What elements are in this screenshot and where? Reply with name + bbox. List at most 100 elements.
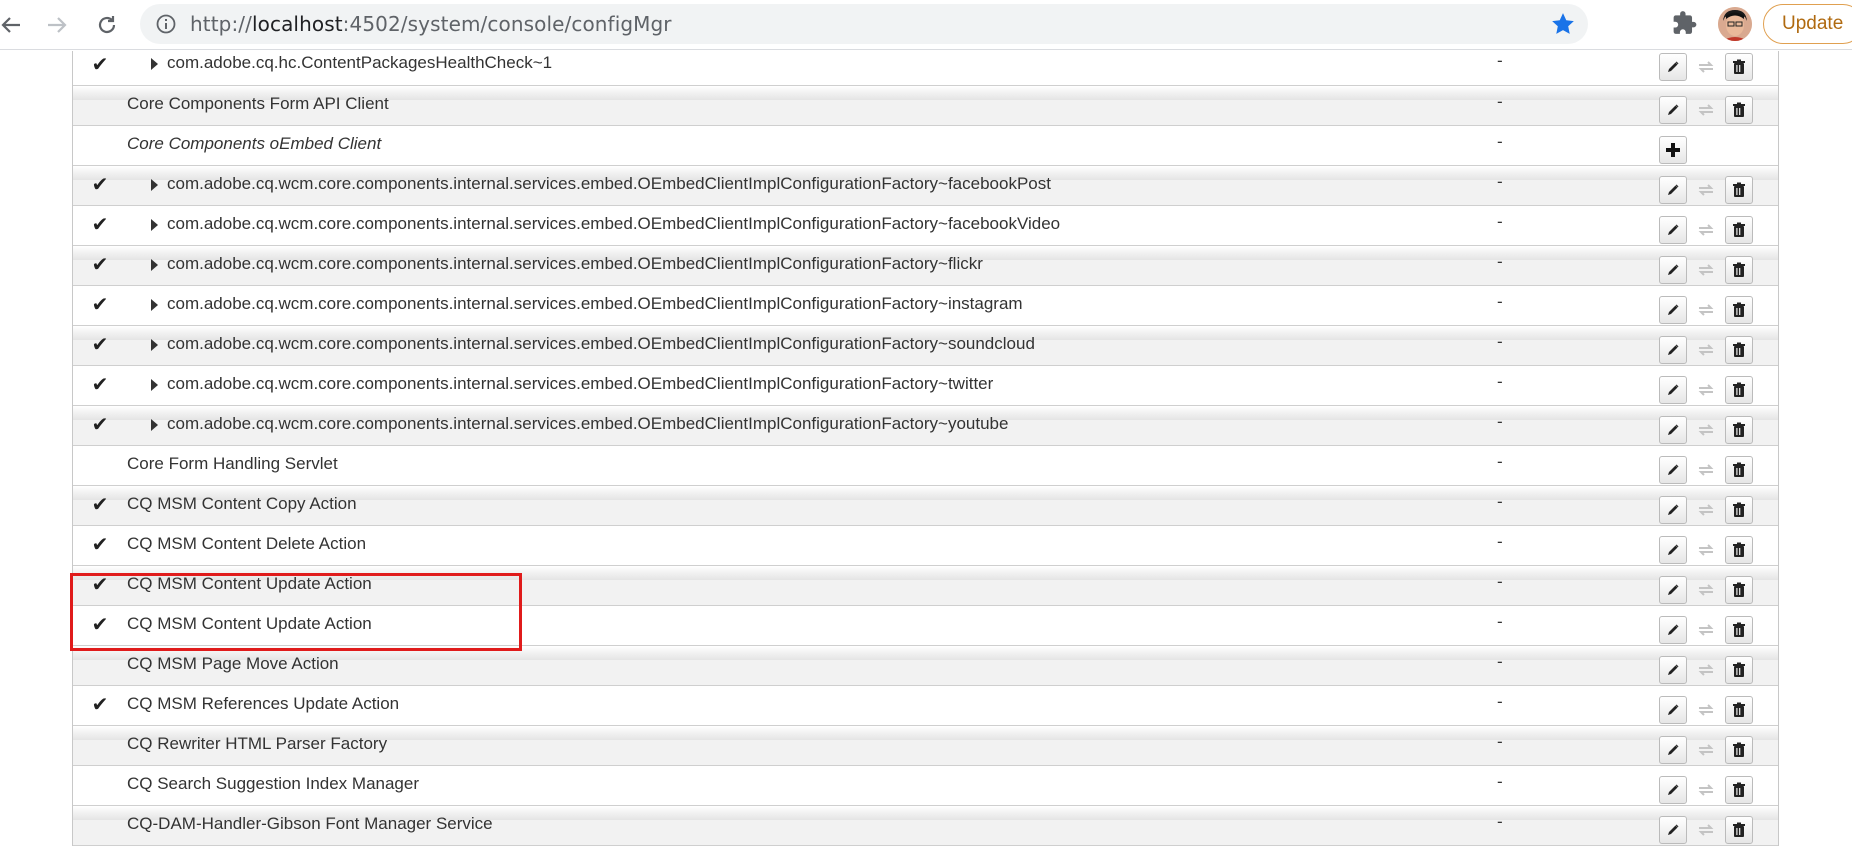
unbind-button[interactable] [1692,456,1720,484]
config-row[interactable]: ✔ CQ MSM Content Update Action - [73,606,1778,646]
config-row[interactable]: ✔ com.adobe.cq.wcm.core.components.intern… [73,286,1778,326]
delete-button[interactable] [1725,416,1753,444]
unbind-button[interactable] [1692,296,1720,324]
edit-button[interactable] [1659,96,1687,124]
config-name[interactable]: com.adobe.cq.wcm.core.components.interna… [167,174,1051,194]
config-name[interactable]: com.adobe.cq.wcm.core.components.interna… [167,414,1008,434]
browser-update-button[interactable]: Update [1763,4,1852,44]
add-config-button[interactable] [1659,136,1687,164]
delete-button[interactable] [1725,96,1753,124]
delete-button[interactable] [1725,656,1753,684]
delete-button[interactable] [1725,296,1753,324]
delete-button[interactable] [1725,216,1753,244]
edit-button[interactable] [1659,496,1687,524]
config-name[interactable]: CQ MSM Content Update Action [127,614,372,634]
unbind-button[interactable] [1692,496,1720,524]
config-name[interactable]: com.adobe.cq.hc.ContentPackagesHealthChe… [167,53,552,73]
config-name[interactable]: Core Form Handling Servlet [127,454,338,474]
delete-button[interactable] [1725,53,1753,81]
unbind-button[interactable] [1692,176,1720,204]
forward-button[interactable] [40,8,74,42]
config-row[interactable]: CQ Search Suggestion Index Manager - [73,766,1778,806]
unbind-button[interactable] [1692,336,1720,364]
config-name[interactable]: CQ-DAM-Handler-Gibson Font Manager Servi… [127,814,493,834]
unbind-button[interactable] [1692,536,1720,564]
info-icon[interactable] [156,14,176,34]
delete-button[interactable] [1725,376,1753,404]
delete-button[interactable] [1725,176,1753,204]
expand-caret-icon[interactable] [151,339,158,351]
unbind-button[interactable] [1692,736,1720,764]
unbind-button[interactable] [1692,656,1720,684]
config-name[interactable]: com.adobe.cq.wcm.core.components.interna… [167,254,983,274]
delete-button[interactable] [1725,576,1753,604]
config-row[interactable]: ✔ CQ MSM References Update Action - [73,686,1778,726]
reload-button[interactable] [90,8,124,42]
config-name[interactable]: com.adobe.cq.wcm.core.components.interna… [167,334,1035,354]
config-row[interactable]: ✔ CQ MSM Content Copy Action - [73,486,1778,526]
config-row[interactable]: ✔ CQ MSM Content Update Action - [73,566,1778,606]
unbind-button[interactable] [1692,616,1720,644]
extensions-puzzle-icon[interactable] [1672,10,1698,36]
config-row[interactable]: Core Components Form API Client - [73,86,1778,126]
config-row[interactable]: ✔ CQ MSM Content Delete Action - [73,526,1778,566]
config-name[interactable]: Core Components oEmbed Client [127,134,381,154]
edit-button[interactable] [1659,296,1687,324]
bookmark-star-icon[interactable] [1550,11,1576,37]
expand-caret-icon[interactable] [151,299,158,311]
unbind-button[interactable] [1692,816,1720,844]
expand-caret-icon[interactable] [151,58,158,70]
config-name[interactable]: CQ MSM Content Copy Action [127,494,357,514]
edit-button[interactable] [1659,376,1687,404]
edit-button[interactable] [1659,336,1687,364]
delete-button[interactable] [1725,456,1753,484]
expand-caret-icon[interactable] [151,259,158,271]
config-name[interactable]: CQ MSM References Update Action [127,694,399,714]
delete-button[interactable] [1725,816,1753,844]
config-name[interactable]: com.adobe.cq.wcm.core.components.interna… [167,374,993,394]
config-name[interactable]: CQ MSM Content Delete Action [127,534,366,554]
edit-button[interactable] [1659,456,1687,484]
profile-avatar[interactable] [1718,7,1752,41]
config-name[interactable]: CQ MSM Content Update Action [127,574,372,594]
config-name[interactable]: com.adobe.cq.wcm.core.components.interna… [167,294,1023,314]
unbind-button[interactable] [1692,576,1720,604]
unbind-button[interactable] [1692,776,1720,804]
delete-button[interactable] [1725,336,1753,364]
address-bar[interactable]: http://localhost:4502/system/console/con… [140,4,1588,44]
config-row[interactable]: CQ-DAM-Handler-Gibson Font Manager Servi… [73,806,1778,846]
unbind-button[interactable] [1692,96,1720,124]
edit-button[interactable] [1659,536,1687,564]
config-row[interactable]: ✔ com.adobe.cq.wcm.core.components.intern… [73,326,1778,366]
edit-button[interactable] [1659,53,1687,81]
edit-button[interactable] [1659,656,1687,684]
edit-button[interactable] [1659,736,1687,764]
expand-caret-icon[interactable] [151,379,158,391]
unbind-button[interactable] [1692,53,1720,81]
edit-button[interactable] [1659,816,1687,844]
edit-button[interactable] [1659,696,1687,724]
config-row[interactable]: ✔ com.adobe.cq.wcm.core.components.intern… [73,406,1778,446]
config-row[interactable]: ✔ com.adobe.cq.hc.ContentPackagesHealthCh… [73,51,1778,86]
unbind-button[interactable] [1692,256,1720,284]
config-row[interactable]: ✔ com.adobe.cq.wcm.core.components.intern… [73,366,1778,406]
expand-caret-icon[interactable] [151,219,158,231]
unbind-button[interactable] [1692,376,1720,404]
back-button[interactable] [0,8,28,42]
expand-caret-icon[interactable] [151,419,158,431]
edit-button[interactable] [1659,616,1687,644]
unbind-button[interactable] [1692,416,1720,444]
unbind-button[interactable] [1692,216,1720,244]
config-row[interactable]: ✔ com.adobe.cq.wcm.core.components.intern… [73,206,1778,246]
edit-button[interactable] [1659,256,1687,284]
edit-button[interactable] [1659,776,1687,804]
edit-button[interactable] [1659,416,1687,444]
config-name[interactable]: CQ Search Suggestion Index Manager [127,774,419,794]
edit-button[interactable] [1659,216,1687,244]
delete-button[interactable] [1725,256,1753,284]
config-name[interactable]: CQ Rewriter HTML Parser Factory [127,734,387,754]
delete-button[interactable] [1725,736,1753,764]
config-name[interactable]: com.adobe.cq.wcm.core.components.interna… [167,214,1060,234]
delete-button[interactable] [1725,776,1753,804]
config-row[interactable]: CQ MSM Page Move Action - [73,646,1778,686]
